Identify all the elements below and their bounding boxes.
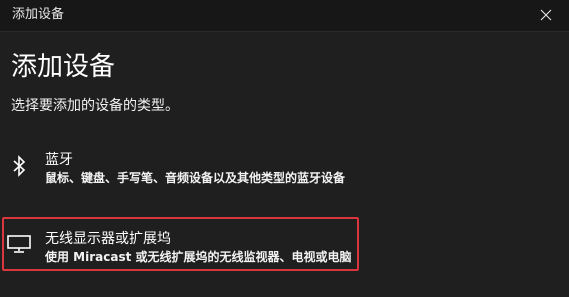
bluetooth-icon xyxy=(10,154,28,178)
option-wireless-display[interactable]: 无线显示器或扩展坞 使用 Miracast 或无线扩展坞的无线监视器、电视或电脑 xyxy=(0,224,569,270)
page-subtitle: 选择要添加的设备的类型。 xyxy=(11,98,179,114)
close-icon xyxy=(540,6,552,25)
window-title: 添加设备 xyxy=(12,7,65,22)
monitor-icon xyxy=(6,234,32,254)
option-wireless-display-description: 使用 Miracast 或无线扩展坞的无线监视器、电视或电脑 xyxy=(45,250,352,264)
option-bluetooth[interactable]: 蓝牙 鼠标、键盘、手写笔、音频设备以及其他类型的蓝牙设备 xyxy=(0,148,569,190)
title-bar: 添加设备 xyxy=(0,0,569,32)
page-title: 添加设备 xyxy=(11,52,116,82)
close-button[interactable] xyxy=(523,0,569,31)
option-bluetooth-title: 蓝牙 xyxy=(45,152,73,168)
option-wireless-display-title: 无线显示器或扩展坞 xyxy=(45,231,171,247)
option-bluetooth-description: 鼠标、键盘、手写笔、音频设备以及其他类型的蓝牙设备 xyxy=(45,171,346,185)
